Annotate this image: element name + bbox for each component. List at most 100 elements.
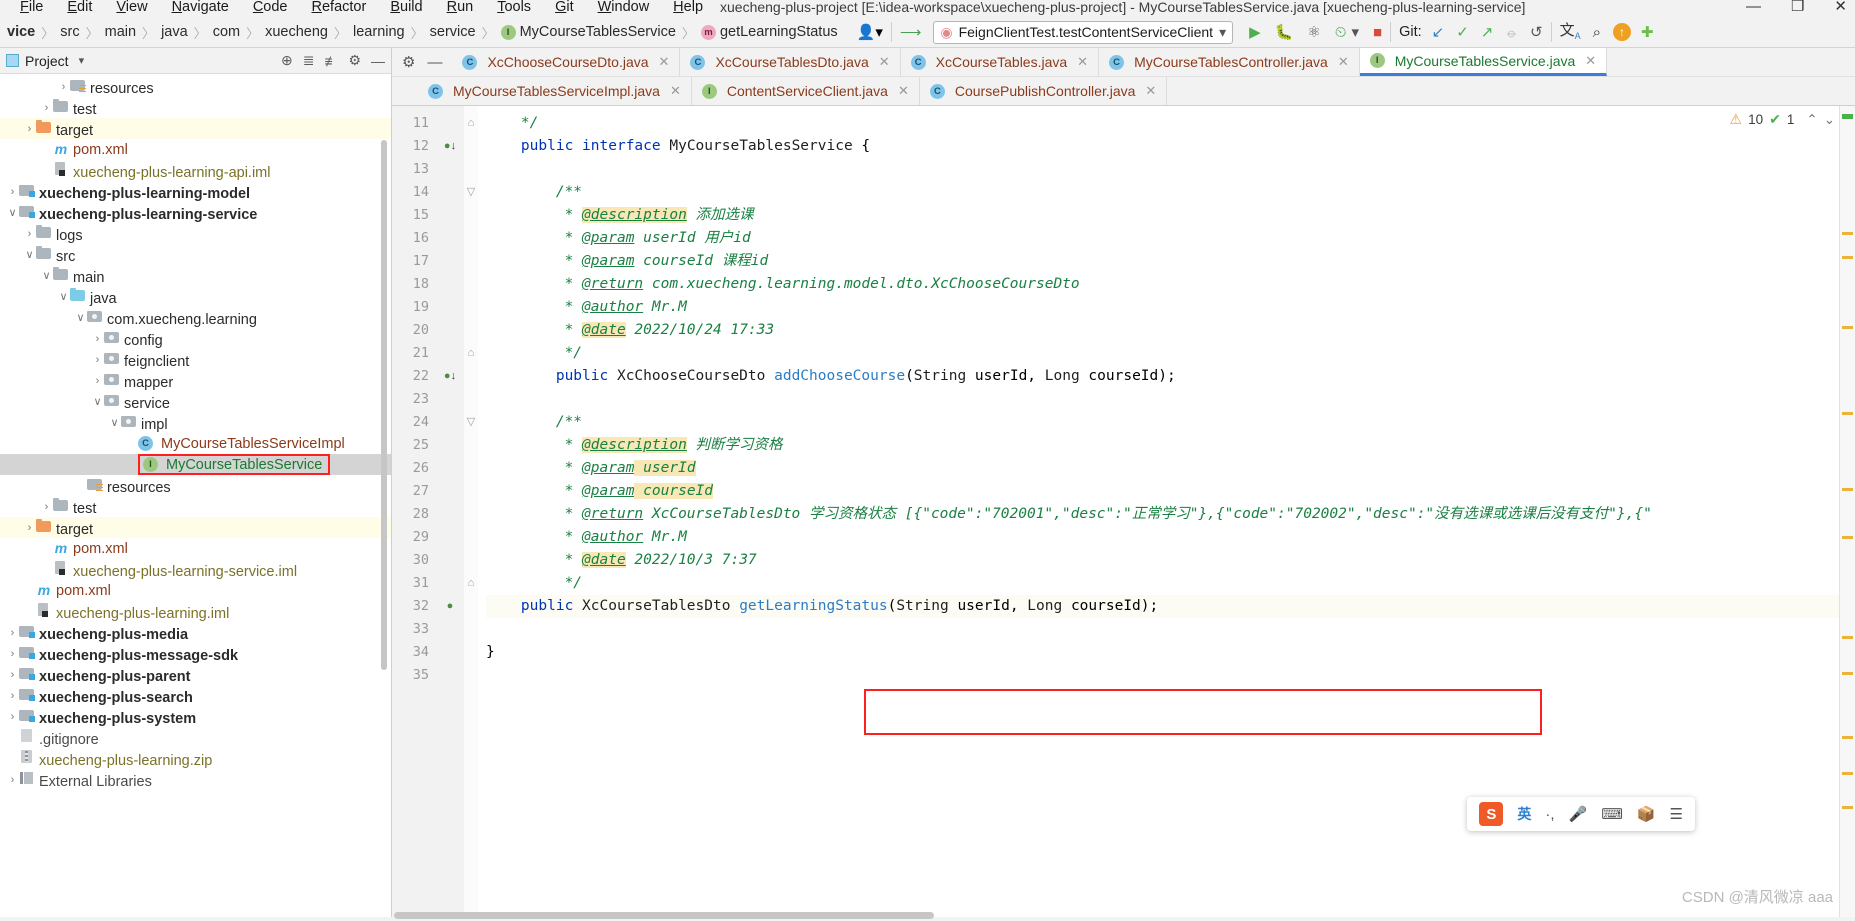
chevron-right-icon[interactable]: ›: [6, 711, 19, 723]
menu-item-view[interactable]: View: [104, 0, 159, 14]
breadcrumb-item-xuecheng[interactable]: xuecheng: [260, 24, 333, 40]
profile-chevron-icon[interactable]: ▾: [1351, 25, 1359, 40]
translate-icon[interactable]: 文A: [1560, 23, 1581, 41]
tree-item-target[interactable]: › target: [0, 118, 391, 139]
chevron-right-icon[interactable]: ›: [6, 186, 19, 198]
menu-item-edit[interactable]: Edit: [55, 0, 104, 14]
tree-item-mapper[interactable]: › mapper: [0, 370, 391, 391]
menu-item-git[interactable]: Git: [543, 0, 586, 14]
tree-item-com-xuecheng-learning[interactable]: ∨ com.xuecheng.learning: [0, 307, 391, 328]
close-tab-icon[interactable]: ✕: [1145, 83, 1156, 99]
microphone-icon[interactable]: 🎤: [1569, 805, 1588, 823]
editor-tab-xcchoosecoursedto-java[interactable]: C XcChooseCourseDto.java ✕: [452, 48, 681, 76]
code-line-30[interactable]: * @date 2022/10/3 7:37: [486, 549, 1855, 572]
code-folding-gutter[interactable]: ⌂ ▽ ⌂ ▽ ⌂: [464, 106, 478, 917]
chevron-down-icon[interactable]: ∨: [91, 395, 104, 408]
ime-punctuation-toggle[interactable]: ·,: [1545, 806, 1554, 823]
tree-item--gitignore[interactable]: .gitignore: [0, 727, 391, 748]
code-line-14[interactable]: /**: [486, 181, 1855, 204]
menu-item-tools[interactable]: Tools: [485, 0, 543, 14]
tree-item-xuecheng-plus-search[interactable]: › xuecheng-plus-search: [0, 685, 391, 706]
code-line-32[interactable]: public XcCourseTablesDto getLearningStat…: [486, 595, 1855, 618]
menu-item-file[interactable]: File: [8, 0, 55, 14]
settings-gear-icon[interactable]: ⚙: [348, 52, 361, 69]
editor-tab-mycoursetablesservice-java[interactable]: I MyCourseTablesService.java ✕: [1359, 48, 1608, 76]
code-line-27[interactable]: * @param courseId: [486, 480, 1855, 503]
profile-button[interactable]: ⏲: [1335, 25, 1347, 40]
close-tab-icon[interactable]: ✕: [670, 83, 681, 99]
git-commit-button[interactable]: ✓: [1456, 25, 1469, 40]
tree-item-xuecheng-plus-media[interactable]: › xuecheng-plus-media: [0, 622, 391, 643]
chevron-down-icon[interactable]: ▾: [79, 54, 85, 67]
chevron-down-icon[interactable]: ∨: [40, 269, 53, 282]
code-line-28[interactable]: * @return XcCourseTablesDto 学习资格状态 [{"co…: [486, 503, 1855, 526]
breadcrumb-item-java[interactable]: java: [156, 24, 193, 40]
editor-tab-contentserviceclient-java[interactable]: I ContentServiceClient.java ✕: [691, 77, 920, 105]
code-line-13[interactable]: [486, 158, 1855, 181]
chevron-down-icon[interactable]: ∨: [57, 290, 70, 303]
tree-item-external-libraries[interactable]: › External Libraries: [0, 769, 391, 790]
debug-button[interactable]: 🐛: [1275, 25, 1294, 40]
tree-item-xuecheng-plus-learning-service-iml[interactable]: xuecheng-plus-learning-service.iml: [0, 559, 391, 580]
menu-item-navigate[interactable]: Navigate: [160, 0, 241, 14]
tree-item-xuecheng-plus-system[interactable]: › xuecheng-plus-system: [0, 706, 391, 727]
editor-tab-xccoursetablesdto-java[interactable]: C XcCourseTablesDto.java ✕: [680, 48, 901, 76]
menu-item-code[interactable]: Code: [241, 0, 300, 14]
updates-icon[interactable]: ↑: [1613, 23, 1632, 41]
tree-item-xuecheng-plus-learning-api-iml[interactable]: xuecheng-plus-learning-api.iml: [0, 160, 391, 181]
git-push-button[interactable]: ↗: [1481, 25, 1494, 40]
scroll-up-icon[interactable]: ⌃: [1806, 112, 1817, 128]
tree-item-config[interactable]: › config: [0, 328, 391, 349]
tree-item-java[interactable]: ∨ java: [0, 286, 391, 307]
close-tab-icon[interactable]: ✕: [1077, 54, 1088, 70]
toolbox-icon[interactable]: 📦: [1637, 805, 1656, 823]
breadcrumb-item-vice[interactable]: vice: [2, 24, 40, 40]
code-line-25[interactable]: * @description 判断学习资格: [486, 434, 1855, 457]
implementation-marker-icon[interactable]: ●: [436, 595, 464, 618]
code-line-26[interactable]: * @param userId: [486, 457, 1855, 480]
code-line-24[interactable]: /**: [486, 411, 1855, 434]
chevron-right-icon[interactable]: ›: [23, 522, 36, 534]
chevron-right-icon[interactable]: ›: [6, 669, 19, 681]
editor-tab-xccoursetables-java[interactable]: C XcCourseTables.java ✕: [900, 48, 1100, 76]
run-with-coverage-button[interactable]: ⚛: [1307, 25, 1320, 40]
settings-gear-icon[interactable]: ⚙: [402, 53, 415, 71]
close-tab-icon[interactable]: ✕: [1338, 54, 1349, 70]
close-tab-icon[interactable]: ✕: [898, 83, 909, 99]
collapse-all-icon[interactable]: ≢: [324, 53, 338, 69]
tree-item-pom-xml[interactable]: m pom.xml: [0, 538, 391, 559]
code-line-18[interactable]: * @return com.xuecheng.learning.model.dt…: [486, 273, 1855, 296]
code-line-11[interactable]: */: [486, 112, 1855, 135]
tree-item-xuecheng-plus-parent[interactable]: › xuecheng-plus-parent: [0, 664, 391, 685]
maximize-button[interactable]: ❐: [1791, 0, 1804, 14]
tree-item-xuecheng-plus-learning-model[interactable]: › xuecheng-plus-learning-model: [0, 181, 391, 202]
close-tab-icon[interactable]: ✕: [659, 54, 670, 70]
tree-item-src[interactable]: ∨ src: [0, 244, 391, 265]
fold-toggle-icon[interactable]: ▽: [464, 181, 478, 204]
fold-toggle-icon[interactable]: ⌂: [464, 112, 478, 135]
hide-panel-icon[interactable]: —: [371, 53, 385, 69]
code-line-31[interactable]: */: [486, 572, 1855, 595]
chevron-down-icon[interactable]: ∨: [23, 248, 36, 261]
menu-item-run[interactable]: Run: [435, 0, 486, 14]
scroll-down-icon[interactable]: ⌄: [1824, 112, 1835, 128]
chevron-down-icon[interactable]: ∨: [108, 416, 121, 429]
editor-tab-mycoursetablesserviceimpl-java[interactable]: C MyCourseTablesServiceImpl.java ✕: [418, 77, 692, 105]
chevron-right-icon[interactable]: ›: [91, 333, 104, 345]
breadcrumb[interactable]: vice 〉 src 〉 main 〉 java 〉 com 〉 xuecheng 〉 learning…: [0, 23, 843, 42]
chevron-right-icon[interactable]: ›: [23, 123, 36, 135]
tree-item-resources[interactable]: resources: [0, 475, 391, 496]
keyboard-icon[interactable]: ⌨: [1601, 805, 1623, 823]
expand-all-icon[interactable]: ≣: [303, 52, 315, 69]
locate-file-icon[interactable]: ⊕: [281, 52, 293, 69]
code-line-34[interactable]: }: [486, 641, 1855, 664]
chevron-right-icon[interactable]: ›: [23, 228, 36, 240]
tree-item-feignclient[interactable]: › feignclient: [0, 349, 391, 370]
chevron-down-icon[interactable]: ∨: [74, 311, 87, 324]
git-update-button[interactable]: ↙: [1432, 25, 1445, 40]
minimize-button[interactable]: —: [1746, 0, 1761, 14]
tree-item-test[interactable]: › test: [0, 496, 391, 517]
tree-item-resources[interactable]: › resources: [0, 76, 391, 97]
menu-item-help[interactable]: Help: [661, 0, 715, 14]
tree-item-service[interactable]: ∨ service: [0, 391, 391, 412]
